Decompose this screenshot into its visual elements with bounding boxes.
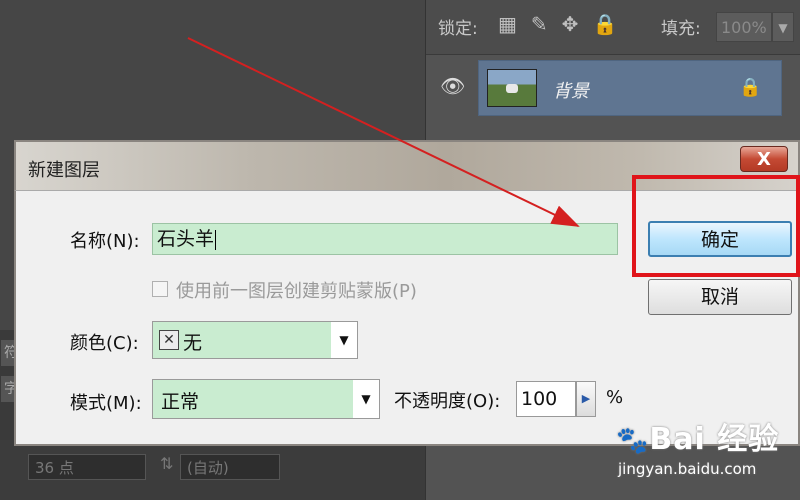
paw-icon: 🐾 xyxy=(616,426,650,456)
watermark-url: jingyan.baidu.com xyxy=(618,460,757,478)
baidu-watermark: 🐾Bai 经验 jingyan.baidu.com xyxy=(612,408,800,500)
watermark-brand: 🐾Bai 经验 xyxy=(616,414,779,458)
watermark-brand-text: Bai 经验 xyxy=(649,422,780,457)
